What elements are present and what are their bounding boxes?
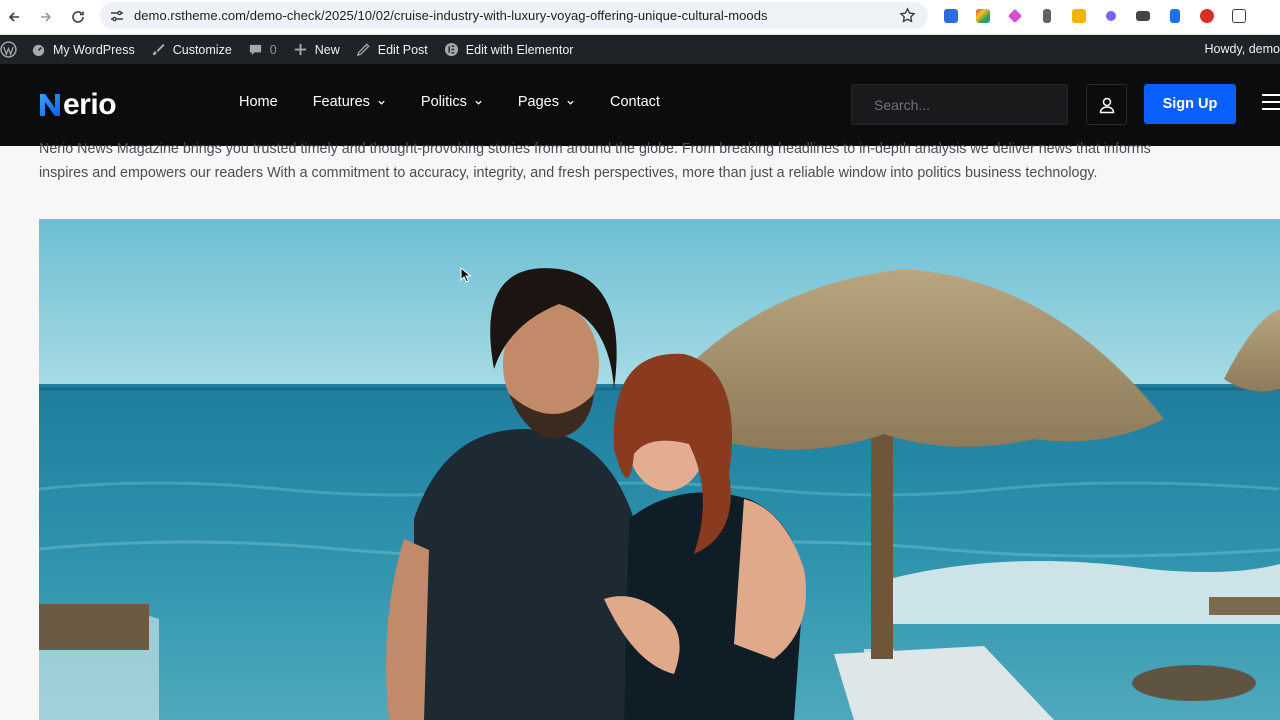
comment-icon — [249, 44, 261, 56]
logo-mark-icon — [40, 94, 60, 116]
puzzle-icon[interactable] — [1228, 5, 1250, 27]
wordpress-icon — [0, 41, 17, 58]
elementor-icon — [444, 42, 458, 57]
wordpress-logo[interactable] — [0, 41, 17, 58]
extension-icon[interactable] — [1164, 5, 1186, 27]
brush-icon — [152, 43, 165, 56]
search-input[interactable]: Search... — [851, 84, 1068, 125]
nav-contact[interactable]: Contact — [610, 94, 660, 110]
main-navigation: Home Features Politics Pages Contact — [239, 94, 695, 110]
my-wordpress-link[interactable]: My WordPress — [31, 42, 135, 57]
plus-icon — [294, 43, 306, 56]
howdy-user[interactable]: Howdy, demo — [1205, 42, 1280, 56]
arrow-right-icon — [41, 12, 52, 22]
extensions-row — [940, 5, 1250, 27]
nav-label: Politics — [420, 94, 467, 110]
edit-post-link[interactable]: Edit Post — [356, 42, 428, 57]
browser-toolbar: demo.rstheme.com/demo-check/2025/10/02/c… — [0, 0, 1280, 35]
edit-post-label: Edit Post — [377, 42, 428, 57]
customize-link[interactable]: Customize — [151, 42, 232, 57]
signup-button[interactable]: Sign Up — [1144, 84, 1236, 124]
extension-icon[interactable] — [1100, 5, 1122, 27]
extension-icon[interactable] — [940, 5, 962, 27]
article-intro: Nerio News Magazine brings you trusted t… — [39, 141, 1151, 181]
back-button[interactable] — [3, 6, 25, 28]
nav-features[interactable]: Features — [313, 94, 386, 110]
forward-button[interactable] — [35, 6, 57, 28]
hamburger-menu-icon[interactable] — [1262, 94, 1280, 115]
reload-icon — [72, 11, 84, 23]
edit-elementor-link[interactable]: Edit with Elementor — [444, 42, 574, 57]
extension-icon[interactable] — [1036, 5, 1058, 27]
chevron-down-icon — [475, 100, 482, 105]
site-logo[interactable]: erio — [38, 88, 117, 122]
nav-label: Features — [312, 94, 370, 110]
nav-label: Home — [239, 94, 278, 110]
url-text[interactable]: demo.rstheme.com/demo-check/2025/10/02/c… — [134, 8, 768, 23]
nav-politics[interactable]: Politics — [421, 94, 483, 110]
chevron-down-icon — [567, 100, 574, 105]
site-info-icon[interactable] — [109, 8, 125, 24]
new-link[interactable]: New — [293, 42, 340, 57]
user-icon — [1099, 97, 1114, 113]
beach-couple-photo — [39, 219, 1280, 720]
site-header: erio Home Features Politics Pages Contac… — [0, 64, 1280, 146]
mouse-cursor-icon — [460, 267, 472, 283]
customize-label: Customize — [172, 42, 232, 57]
comments-count: 0 — [269, 42, 277, 57]
extension-icon[interactable] — [1004, 5, 1026, 27]
address-bar[interactable]: demo.rstheme.com/demo-check/2025/10/02/c… — [100, 2, 928, 29]
dashboard-icon — [32, 44, 45, 57]
nav-home[interactable]: Home — [239, 94, 278, 110]
reload-button[interactable] — [67, 6, 89, 28]
hero-image — [39, 219, 1280, 720]
nav-pages[interactable]: Pages — [518, 94, 575, 110]
my-wordpress-label: My WordPress — [53, 42, 135, 57]
edit-elementor-label: Edit with Elementor — [465, 42, 574, 57]
arrow-left-icon — [8, 12, 19, 22]
pencil-icon — [356, 43, 370, 57]
wp-admin-bar: My WordPress Customize 0 New Edit Post E… — [0, 35, 1280, 64]
search-placeholder: Search... — [874, 96, 931, 113]
extension-icon[interactable] — [1132, 5, 1154, 27]
comments-link[interactable]: 0 — [248, 42, 277, 57]
new-label: New — [314, 42, 340, 57]
nav-label: Contact — [609, 94, 660, 110]
logo-text: erio — [63, 88, 117, 121]
extension-icon[interactable] — [1068, 5, 1090, 27]
account-button[interactable] — [1086, 84, 1127, 125]
extension-icon[interactable] — [972, 5, 994, 27]
nav-label: Pages — [517, 94, 559, 110]
star-icon[interactable] — [899, 7, 916, 24]
chevron-down-icon — [378, 100, 385, 105]
extension-icon[interactable] — [1196, 5, 1218, 27]
